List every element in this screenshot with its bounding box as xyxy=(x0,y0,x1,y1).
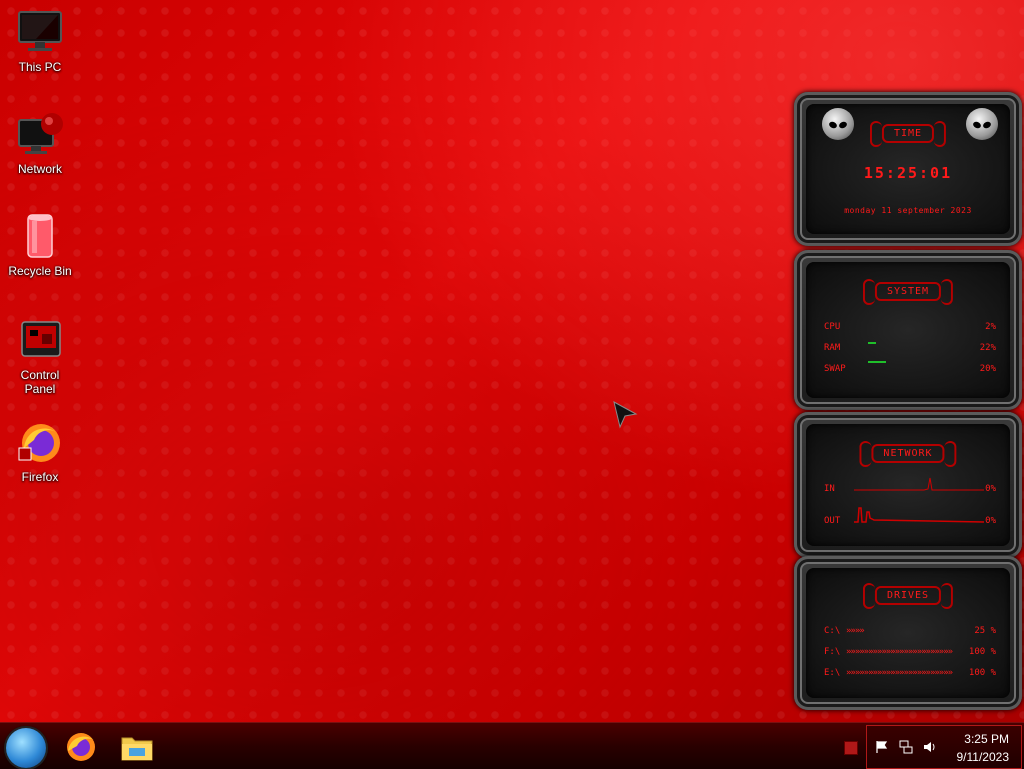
network-in-graph xyxy=(854,477,984,491)
system-row-value: 22% xyxy=(979,343,996,353)
control-panel-icon xyxy=(21,321,61,357)
drive-row-value: 100 % xyxy=(968,668,996,678)
network-widget: NETWORK IN 0% OUT 0% xyxy=(794,412,1022,558)
drive-row-label: C:\ xyxy=(824,626,841,636)
taskbar-file-explorer-button[interactable] xyxy=(112,728,162,766)
mouse-cursor-icon xyxy=(613,401,638,429)
firefox-icon xyxy=(18,424,60,462)
drive-row-label: E:\ xyxy=(824,668,841,678)
taskbar-time: 3:25 PM xyxy=(964,732,1009,746)
taskbar-firefox-button[interactable] xyxy=(56,728,106,766)
file-explorer-icon xyxy=(121,737,153,761)
drive-row-e: E:\ »»»»»»»»»»»»»»»»»»»»»»»» 100 % xyxy=(824,668,996,678)
drives-widget-title: DRIVES xyxy=(862,583,954,609)
drive-usage-chevrons: »»»» xyxy=(846,626,865,636)
desktop-icon-label: Control Panel xyxy=(20,368,60,396)
drive-usage-chevrons: »»»»»»»»»»»»»»»»»»»»»»»» xyxy=(846,668,953,678)
time-widget-date: monday 11 september 2023 xyxy=(844,206,972,215)
system-row-value: 2% xyxy=(985,322,996,332)
system-widget: SYSTEM CPU 2% RAM 22% SWAP 20% xyxy=(794,250,1022,410)
taskbar-date: 9/11/2023 xyxy=(956,750,1010,764)
time-widget: TIME 15:25:01 monday 11 september 2023 xyxy=(794,92,1022,246)
time-widget-clock: 15:25:01 xyxy=(863,164,953,182)
desktop-icon-label: Firefox xyxy=(21,470,59,484)
system-tray: 3:25 PM 9/11/2023 xyxy=(866,725,1022,769)
drive-usage-chevrons: »»»»»»»»»»»»»»»»»»»»»»»» xyxy=(846,647,953,657)
system-row-ram: RAM 22% xyxy=(824,343,996,353)
desktop-icon-this-pc[interactable]: This PC xyxy=(4,8,76,74)
swap-meter-bar xyxy=(868,361,886,363)
system-row-cpu: CPU 2% xyxy=(824,322,996,332)
monitor-icon xyxy=(18,11,62,51)
drive-row-label: F:\ xyxy=(824,647,841,657)
network-in-value: 0% xyxy=(985,484,996,494)
desktop-icon-label: Recycle Bin xyxy=(8,264,72,278)
drive-row-value: 100 % xyxy=(968,647,996,657)
system-row-label: CPU xyxy=(824,322,841,332)
network-icon xyxy=(18,113,63,154)
network-out-graph xyxy=(854,507,984,523)
desktop-icon-label: This PC xyxy=(18,60,62,74)
network-tray-icon[interactable] xyxy=(899,740,913,754)
network-out-value: 0% xyxy=(985,516,996,526)
desktop-icon-recycle-bin[interactable]: Recycle Bin xyxy=(4,212,76,278)
network-out-label: OUT xyxy=(824,516,841,526)
alien-head-icon xyxy=(822,108,854,140)
system-row-label: RAM xyxy=(824,343,841,353)
desktop-icon-network[interactable]: Network xyxy=(4,110,76,176)
volume-icon[interactable] xyxy=(923,740,937,754)
system-row-label: SWAP xyxy=(824,364,846,374)
drives-widget: DRIVES C:\ »»»» 25 % F:\ »»»»»»»»»»»»»»»… xyxy=(794,556,1022,710)
desktop-icon-label: Network xyxy=(17,162,62,176)
alien-head-icon xyxy=(966,108,998,140)
system-widget-title: SYSTEM xyxy=(862,279,954,305)
time-widget-title: TIME xyxy=(869,121,947,147)
desktop-icon-firefox[interactable]: Firefox xyxy=(4,418,76,484)
desktop-icon-control-panel[interactable]: Control Panel xyxy=(4,316,76,396)
recycle-bin-icon xyxy=(27,214,53,258)
system-row-swap: SWAP 20% xyxy=(824,364,996,374)
start-orb-icon[interactable] xyxy=(6,728,46,768)
drive-row-c: C:\ »»»» 25 % xyxy=(824,626,996,636)
firefox-icon xyxy=(67,733,95,761)
drive-row-f: F:\ »»»»»»»»»»»»»»»»»»»»»»»» 100 % xyxy=(824,647,996,657)
drive-row-value: 25 % xyxy=(974,626,996,636)
network-widget-title: NETWORK xyxy=(859,441,957,467)
show-desktop-button[interactable] xyxy=(844,741,858,755)
network-in-label: IN xyxy=(824,484,835,494)
taskbar-clock[interactable]: 3:25 PM 9/11/2023 xyxy=(957,730,1010,766)
flag-icon[interactable] xyxy=(875,740,889,754)
taskbar: 3:25 PM 9/11/2023 xyxy=(0,722,1024,769)
system-row-value: 20% xyxy=(979,364,996,374)
